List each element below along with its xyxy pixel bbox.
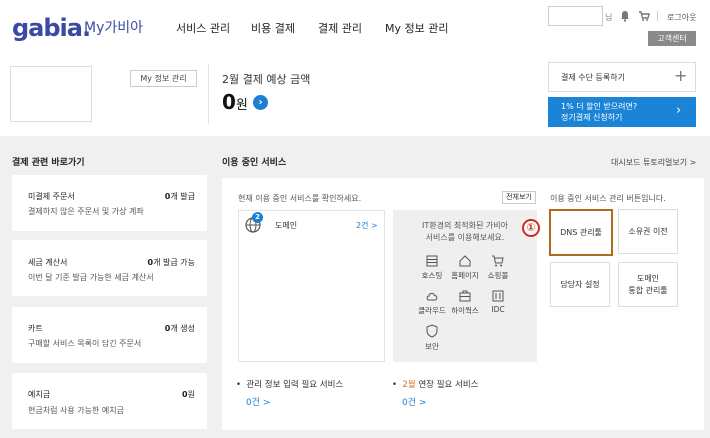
cloud-icon[interactable] [425,289,439,303]
payment-label: 2월 결제 예상 금액 [222,73,311,86]
customer-center-button[interactable]: 고객센터 [648,31,696,46]
my-gabia-title[interactable]: My가비아 [84,17,143,37]
rec-label-shopping[interactable]: 쇼핑몰 [478,270,518,281]
bullet-month: 2월 [402,380,416,390]
card-desc: 현금처럼 사용 가능한 예치금 [28,406,124,415]
card-count: 0개 발급 [140,191,195,202]
hosting-icon[interactable] [425,254,439,268]
user-suffix: 님 [605,13,613,22]
domain-label[interactable]: 도메인 [275,220,297,231]
services-desc: 현재 이용 중인 서비스를 확인하세요. [238,194,362,203]
avatar [10,66,92,122]
ownership-transfer-button[interactable]: 소유권 이전 [618,209,678,254]
divider [208,64,209,124]
register-payment-label: 결제 수단 등록하기 [561,73,625,82]
card-desc: 구매할 서비스 목록이 담긴 주문서 [28,339,142,348]
chevron-right-icon: › [676,103,682,118]
divider [657,11,658,21]
renewal-count-link[interactable]: 0건 > [402,395,426,408]
card-title: 예치금 [28,390,51,399]
step-marker: ① [522,219,540,237]
card-title: 미결제 주문서 [28,192,75,201]
shortcut-card[interactable] [12,373,207,429]
briefcase-icon[interactable] [458,289,472,303]
bell-icon[interactable] [619,10,631,22]
card-count: 0원 [140,389,195,400]
payment-unit: 원 [235,98,248,113]
count-unit: 개 발급 [170,192,195,201]
bullet-text: 관리 정보 입력 필요 서비스 [246,380,344,390]
recommend-line2: 서비스를 이용해보세요. [425,233,505,242]
shortcut-card[interactable] [12,175,207,231]
nav-cost-payment[interactable]: 비용 결제 [251,20,295,36]
my-info-button[interactable]: My 정보 관리 [130,70,197,87]
card-count: 0개 발급 가능 [120,257,195,268]
view-all-button[interactable]: 전체보기 [502,191,536,204]
count-unit: 개 생성 [170,324,195,333]
contact-settings-button[interactable]: 담당자 설정 [550,262,610,307]
management-info-count-link[interactable]: 0건 > [246,395,270,408]
bullet-management-info: • 관리 정보 입력 필요 서비스 [236,380,344,390]
nav-payment-management[interactable]: 결제 관리 [318,20,362,36]
promo-line2: 정기결제 신청하기 [561,113,623,122]
cart-icon[interactable] [638,10,650,22]
shortcut-card[interactable] [12,307,207,363]
bullet-text: 연장 필요 서비스 [415,380,479,390]
domain-count-link[interactable]: 2건 > [356,220,378,231]
shield-icon[interactable] [425,324,439,338]
card-count: 0개 생성 [140,323,195,334]
card-desc: 이번 달 기준 발급 가능한 세금 계산서 [28,273,154,282]
shortcut-card[interactable] [12,240,207,296]
payment-amount-value: 0 [222,90,236,114]
nav-my-info[interactable]: My 정보 관리 [385,20,448,36]
promo-line1: 1% 더 할인 받으려면? [561,102,638,111]
count-unit: 개 발급 가능 [153,258,195,267]
card-desc: 결제하지 않은 주문서 및 가상 계좌 [28,207,144,216]
recommend-text: IT환경의 최적화된 가비아 서비스를 이용해보세요. [393,220,537,244]
rec-label-idc[interactable]: IDC [478,305,518,314]
gabia-logo[interactable]: gabia. [12,14,91,42]
home-icon[interactable] [458,254,472,268]
card-title: 세금 계산서 [28,258,68,267]
shortcuts-title: 결제 관련 바로가기 [12,158,85,168]
management-hint: 이용 중인 서비스 관리 버튼입니다. [550,194,666,203]
payment-amount: 0원 [222,90,248,114]
rec-label-security[interactable]: 보안 [412,341,452,352]
dashboard-tutorial-link[interactable]: 대시보드 튜토리얼보기 > [611,157,696,168]
nav-service-management[interactable]: 서비스 관리 [176,20,230,36]
dns-management-button[interactable]: DNS 관리툴 [549,209,613,256]
services-title: 이용 중인 서비스 [222,158,287,168]
domain-integrated-management-button[interactable]: 도메인 통합 관리툴 [618,262,678,307]
count-badge: 2 [252,212,263,223]
username-box [548,6,603,26]
logout-link[interactable]: 로그아웃 [667,12,696,23]
server-icon[interactable] [491,289,505,303]
chevron-right-icon[interactable]: › [253,95,268,110]
cart-icon[interactable] [491,254,505,268]
plus-icon[interactable]: + [674,66,687,85]
count-unit: 원 [187,390,195,399]
bullet-renewal: • 2월 연장 필요 서비스 [392,380,479,390]
recommend-line1: IT환경의 최적화된 가비아 [422,221,508,230]
card-title: 카트 [28,324,43,333]
